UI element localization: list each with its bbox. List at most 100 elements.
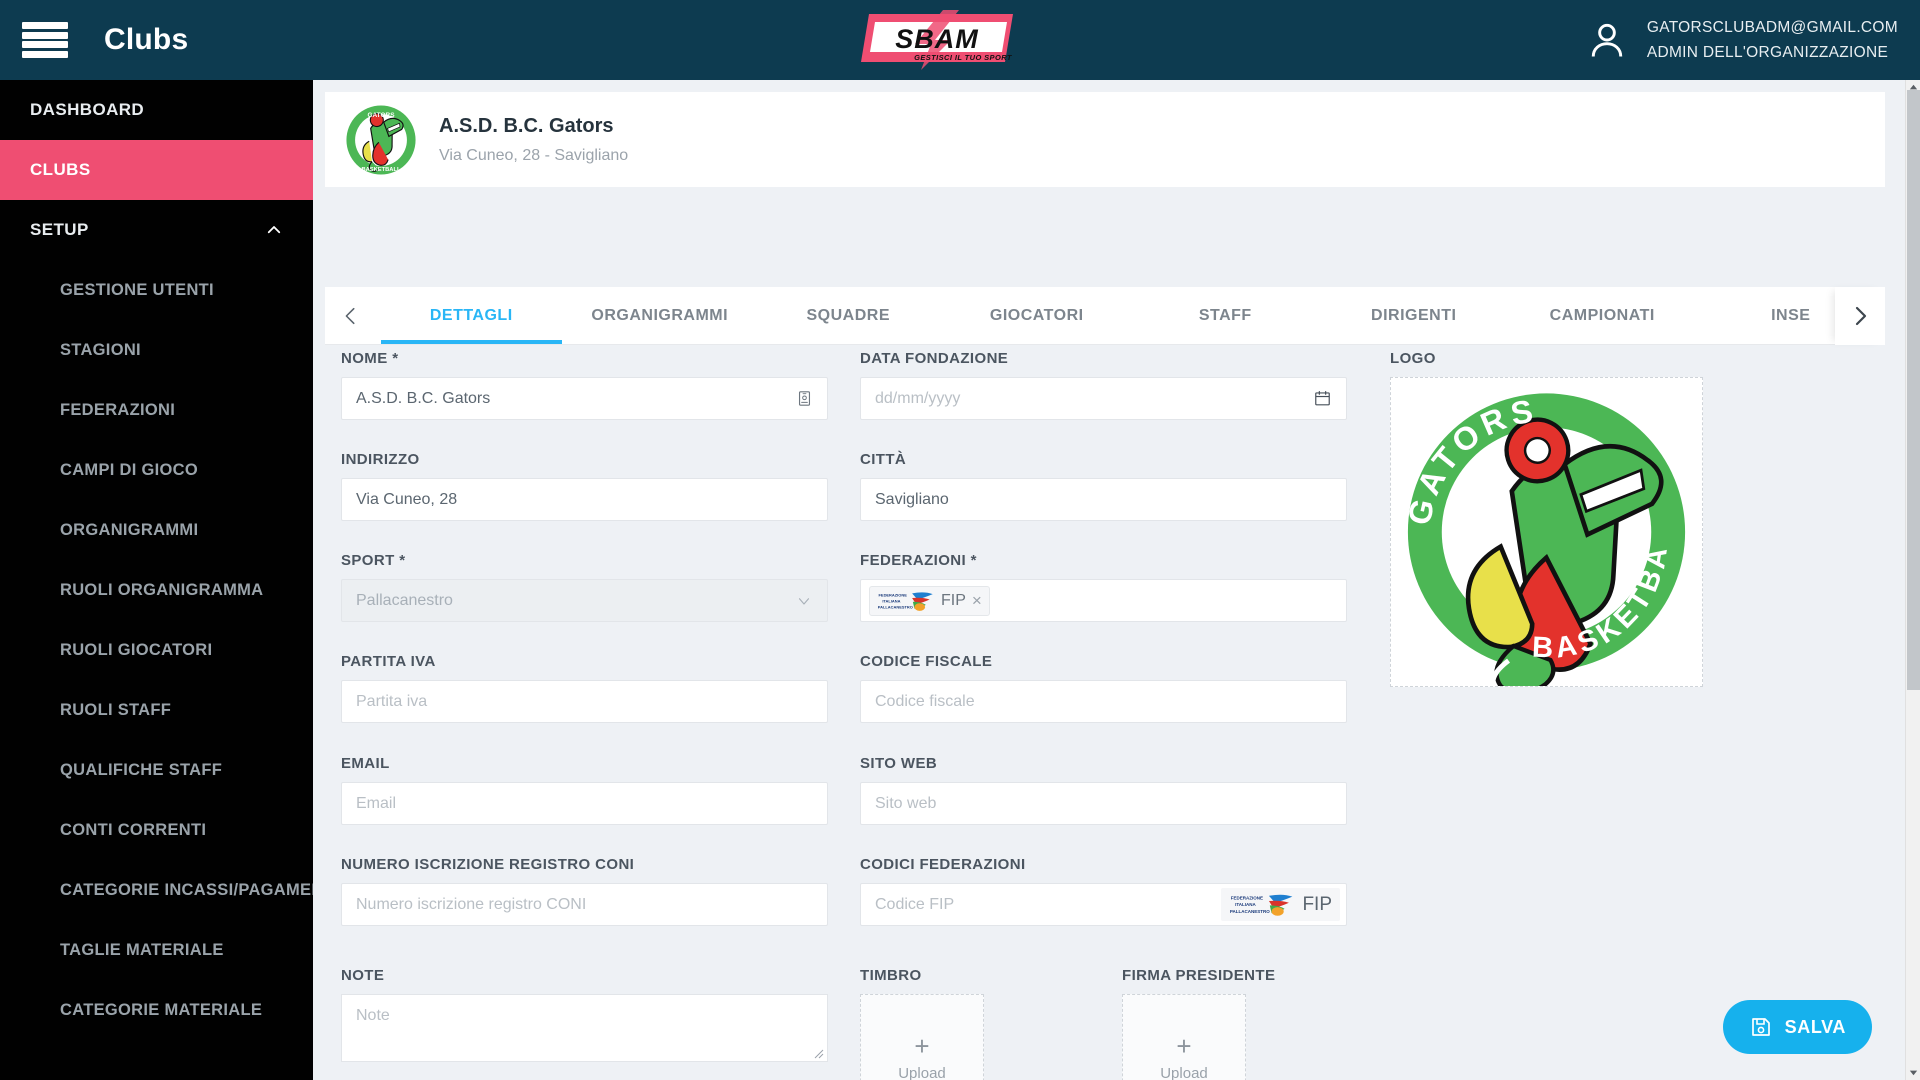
sidebar-item-categorie-materiale[interactable]: CATEGORIE MATERIALE	[0, 980, 313, 1040]
page-title: Clubs	[104, 23, 189, 56]
federazione-chip-label: FIP	[941, 591, 966, 609]
federazione-chip-remove-icon[interactable]: ×	[972, 592, 982, 609]
chevron-right-icon	[1855, 306, 1867, 326]
sidebar-item-campi-di-gioco[interactable]: CAMPI DI GIOCO	[0, 440, 313, 500]
club-logo-panel[interactable]: GATORS BASKETBALL	[1381, 353, 1703, 696]
note-placeholder: Note	[356, 1007, 390, 1024]
club-address: Via Cuneo, 28 - Savigliano	[439, 146, 629, 164]
sidebar-item-categorie-incassi-pagamenti[interactable]: CATEGORIE INCASSI/PAGAMENTI	[0, 860, 313, 920]
plus-icon: +	[914, 1031, 930, 1061]
sbam-brand-logo: SBAM GESTISCI IL TUO SPORT	[855, 8, 1020, 72]
nome-input-value: A.S.D. B.C. Gators	[356, 389, 491, 407]
codice-fip-badge-label: FIP	[1302, 893, 1332, 915]
citta-input[interactable]: Savigliano	[860, 478, 1347, 521]
chevron-left-icon	[345, 307, 355, 324]
label-sito-web: SITO WEB	[860, 755, 938, 772]
label-indirizzo: INDIRIZZO	[341, 451, 420, 468]
label-codice-fiscale: CODICE FISCALE	[860, 653, 993, 670]
svg-text:PALLACANESTRO: PALLACANESTRO	[878, 604, 913, 609]
svg-text:ITALIANA: ITALIANA	[882, 598, 900, 603]
timbro-upload-box[interactable]: + Upload	[860, 994, 984, 1080]
main-content-area: GATORS BASKETBALL A.S.D. B.C. Gators Via…	[313, 80, 1920, 1080]
partita-iva-placeholder: Partita iva	[356, 692, 428, 710]
label-note: NOTE	[341, 967, 385, 984]
hamburger-menu-icon[interactable]	[22, 22, 68, 58]
codice-fiscale-input[interactable]: Codice fiscale	[860, 680, 1347, 723]
data-fondazione-placeholder: dd/mm/yyyy	[875, 389, 961, 407]
user-account-block[interactable]: GATORSCLUBADM@GMAIL.COM ADMIN DELL'ORGAN…	[1585, 0, 1920, 80]
federazioni-multiselect[interactable]: FEDERAZIONE ITALIANA PALLACANESTRO FIP ×	[860, 579, 1347, 622]
codice-fip-placeholder: Codice FIP	[875, 895, 955, 913]
numero-coni-placeholder: Numero iscrizione registro CONI	[356, 895, 587, 913]
sidebar-item-organigrammi[interactable]: ORGANIGRAMMI	[0, 500, 313, 560]
top-header-bar: Clubs SBAM GESTISCI IL TUO SPORT GATORSC…	[0, 0, 1920, 80]
citta-input-value: Savigliano	[875, 490, 949, 508]
sidebar-item-qualifiche-staff[interactable]: QUALIFICHE STAFF	[0, 740, 313, 800]
numero-coni-input[interactable]: Numero iscrizione registro CONI	[341, 883, 828, 926]
sidebar-item-stagioni[interactable]: STAGIONI	[0, 320, 313, 380]
sidebar-item-gestione-utenti[interactable]: GESTIONE UTENTI	[0, 260, 313, 320]
email-placeholder: Email	[356, 794, 397, 812]
sidebar-item-taglie-materiale[interactable]: TAGLIE MATERIALE	[0, 920, 313, 980]
id-card-icon[interactable]	[796, 390, 813, 407]
tabs-scroll-left-button[interactable]	[325, 287, 377, 344]
user-role: ADMIN DELL'ORGANIZZAZIONE	[1646, 43, 1889, 61]
gators-club-logo-icon: GATORS BASKETBALL	[1381, 353, 1701, 696]
label-citta: CITTÀ	[860, 451, 907, 468]
sidebar-group-setup[interactable]: SETUP	[0, 200, 313, 260]
indirizzo-input-value: Via Cuneo, 28	[356, 490, 458, 508]
chevron-down-icon	[798, 597, 810, 605]
label-firma-presidente: FIRMA PRESIDENTE	[1122, 967, 1276, 984]
scrollbar-thumb[interactable]	[1907, 90, 1920, 690]
plus-icon: +	[1176, 1031, 1192, 1061]
sidebar-item-ruoli-staff[interactable]: RUOLI STAFF	[0, 680, 313, 740]
codice-fip-badge: FEDERAZIONE ITALIANA PALLACANESTRO FIP	[1221, 888, 1340, 921]
firma-presidente-upload-box[interactable]: + Upload	[1122, 994, 1246, 1080]
sport-select[interactable]: Pallacanestro	[341, 579, 828, 622]
tab-squadre[interactable]: SQUADRE	[754, 287, 943, 344]
tab-organigrammi[interactable]: ORGANIGRAMMI	[566, 287, 755, 344]
email-input[interactable]: Email	[341, 782, 828, 825]
label-timbro: TIMBRO	[860, 967, 922, 984]
tab-strip: DETTAGLI ORGANIGRAMMI SQUADRE GIOCATORI …	[377, 287, 1885, 344]
sidebar-group-setup-label: SETUP	[30, 220, 89, 239]
partita-iva-input[interactable]: Partita iva	[341, 680, 828, 723]
sito-web-input[interactable]: Sito web	[860, 782, 1347, 825]
club-header-card: GATORS BASKETBALL A.S.D. B.C. Gators Via…	[325, 92, 1885, 187]
sidebar-item-federazioni[interactable]: FEDERAZIONI	[0, 380, 313, 440]
tab-giocatori[interactable]: GIOCATORI	[943, 287, 1132, 344]
sito-web-placeholder: Sito web	[875, 794, 937, 812]
tab-bar: DETTAGLI ORGANIGRAMMI SQUADRE GIOCATORI …	[325, 287, 1885, 345]
sidebar-item-dashboard[interactable]: DASHBOARD	[0, 80, 313, 140]
tab-staff[interactable]: STAFF	[1131, 287, 1320, 344]
svg-text:GATORS: GATORS	[367, 111, 395, 118]
svg-text:GESTISCI IL TUO SPORT: GESTISCI IL TUO SPORT	[914, 53, 1013, 62]
tab-dettagli[interactable]: DETTAGLI	[377, 287, 566, 344]
club-avatar: GATORS BASKETBALL	[346, 104, 416, 175]
sidebar-item-conti-correnti[interactable]: CONTI CORRENTI	[0, 800, 313, 860]
label-codici-federazioni: CODICI FEDERAZIONI	[860, 856, 1026, 873]
fip-logo-icon: FEDERAZIONE ITALIANA PALLACANESTRO	[1230, 894, 1293, 916]
tab-campionati[interactable]: CAMPIONATI	[1508, 287, 1697, 344]
sidebar-item-ruoli-giocatori[interactable]: RUOLI GIOCATORI	[0, 620, 313, 680]
tabs-scroll-right-button[interactable]	[1835, 287, 1885, 345]
note-textarea[interactable]: Note	[341, 994, 828, 1062]
page-scrollbar[interactable]	[1905, 80, 1920, 1080]
label-numero-coni: NUMERO ISCRIZIONE REGISTRO CONI	[341, 856, 635, 873]
svg-text:BASKETBALL: BASKETBALL	[362, 166, 401, 172]
label-data-fondazione: DATA FONDAZIONE	[860, 350, 1009, 367]
sidebar-item-ruoli-organigramma[interactable]: RUOLI ORGANIGRAMMA	[0, 560, 313, 620]
chevron-up-icon	[267, 226, 281, 234]
codice-fip-input[interactable]: Codice FIP FEDERAZIONE ITALIANA PALLACAN…	[860, 883, 1347, 926]
resize-grip-icon[interactable]	[812, 1047, 824, 1059]
scroll-down-arrow-icon[interactable]	[1908, 1067, 1919, 1078]
data-fondazione-input[interactable]: dd/mm/yyyy	[860, 377, 1347, 420]
save-button[interactable]: SALVA	[1722, 1000, 1872, 1054]
sidebar-item-clubs[interactable]: CLUBS	[0, 140, 313, 200]
indirizzo-input[interactable]: Via Cuneo, 28	[341, 478, 828, 521]
nome-input[interactable]: A.S.D. B.C. Gators	[341, 377, 828, 420]
tab-dirigenti[interactable]: DIRIGENTI	[1320, 287, 1509, 344]
calendar-icon[interactable]	[1313, 389, 1332, 408]
svg-text:FEDERAZIONE: FEDERAZIONE	[879, 592, 908, 597]
federazione-chip-fip[interactable]: FEDERAZIONE ITALIANA PALLACANESTRO FIP ×	[869, 585, 990, 616]
